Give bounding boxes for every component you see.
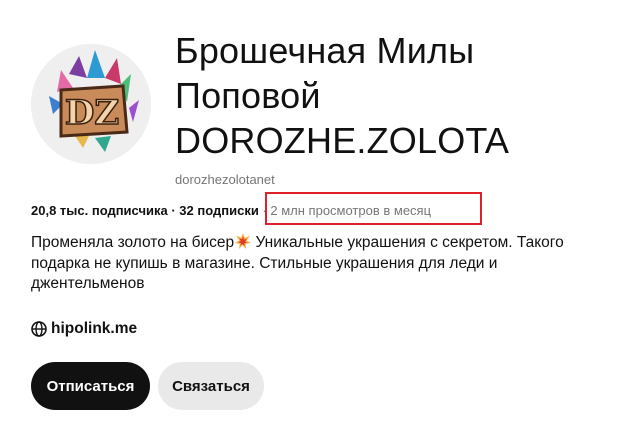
profile-name: Брошечная Милы Поповой DOROZHE.ZOLOTA (175, 28, 605, 163)
collision-icon (235, 233, 252, 249)
stats-separator: · (167, 203, 180, 218)
globe-icon (31, 321, 47, 337)
profile-handle: dorozhezolotanet (175, 172, 275, 187)
avatar[interactable]: DZ (31, 44, 151, 164)
bio-line-1-text: Променяла золото на бисер (31, 234, 235, 251)
bio-line-1-rest: Уникальные украшения с секретом. Такого (255, 234, 564, 251)
bio-line-3: джентельменов (31, 275, 145, 292)
unfollow-button[interactable]: Отписаться (31, 362, 150, 410)
bio-line-2: подарка не купишь в магазине. Стильные у… (31, 254, 498, 272)
contact-button[interactable]: Связаться (158, 362, 264, 410)
profile-bio: Променяла золото на бисер Уникальные укр… (31, 233, 601, 295)
profile-name-line-1: Брошечная Милы (175, 30, 475, 71)
profile-name-line-3: DOROZHE.ZOLOTA (175, 120, 510, 161)
crystal-logo-icon: DZ (31, 44, 151, 164)
bio-line-1: Променяла золото на бисер Уникальные укр… (31, 233, 601, 254)
profile-name-line-2: Поповой (175, 75, 321, 116)
highlight-box (265, 192, 482, 225)
website-link-text: hipolink.me (51, 320, 138, 337)
website-link[interactable]: hipolink.me (31, 319, 137, 339)
following-count[interactable]: 32 подписки (179, 202, 259, 220)
svg-text:DZ: DZ (65, 93, 119, 133)
followers-count[interactable]: 20,8 тыс. подписчика (31, 202, 168, 220)
